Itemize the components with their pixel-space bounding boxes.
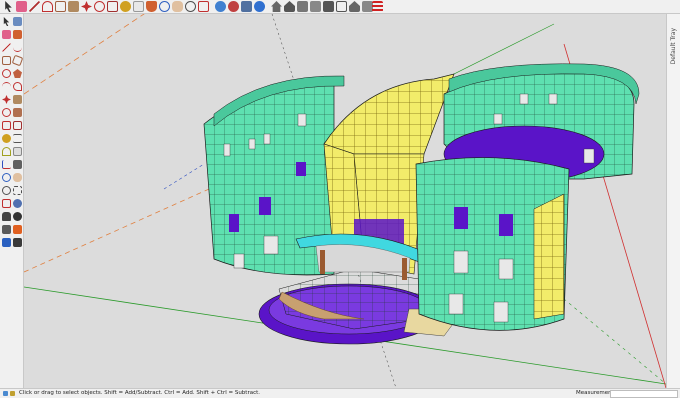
eraser-icon[interactable]: [16, 1, 27, 12]
circle-icon[interactable]: [2, 69, 11, 78]
rectangle-icon[interactable]: [2, 56, 11, 65]
status-bar: Click or drag to select objects. Shift =…: [0, 388, 680, 398]
top-toolbar: [0, 0, 680, 14]
zoom-window-icon[interactable]: [13, 186, 22, 195]
follow-me-icon[interactable]: [13, 108, 22, 117]
look-around-icon[interactable]: [13, 212, 22, 221]
tray-title: Default Tray: [670, 28, 677, 65]
paint-bucket-icon[interactable]: [146, 1, 157, 12]
building-model: [24, 14, 666, 388]
make-component-icon[interactable]: [13, 17, 22, 26]
rotate-icon[interactable]: [2, 108, 11, 117]
tape-measure-icon[interactable]: [120, 1, 131, 12]
select-icon[interactable]: [5, 1, 12, 12]
measurements-input[interactable]: [610, 390, 678, 398]
previous-view-icon[interactable]: [13, 199, 22, 208]
freehand-icon[interactable]: [13, 43, 22, 52]
line-icon[interactable]: [2, 43, 11, 52]
zoom-icon[interactable]: [2, 186, 11, 195]
push-pull-icon[interactable]: [68, 1, 79, 12]
sketchup-window: Default Tray Click or drag to select obj…: [0, 0, 680, 398]
extension-icon[interactable]: [228, 1, 239, 12]
rotated-rectangle-icon[interactable]: [11, 54, 24, 67]
axes-icon[interactable]: [2, 160, 11, 169]
menu-icon[interactable]: [372, 1, 383, 12]
front-view-icon[interactable]: [323, 1, 334, 12]
move-icon[interactable]: [81, 1, 92, 12]
offset-icon[interactable]: [13, 121, 22, 130]
walk-icon[interactable]: [2, 212, 11, 221]
orbit-icon[interactable]: [2, 173, 11, 182]
components-icon[interactable]: [241, 1, 252, 12]
push-pull-icon[interactable]: [13, 95, 22, 104]
select-icon[interactable]: [3, 17, 10, 26]
zoom-extents-icon[interactable]: [2, 199, 11, 208]
zoom-icon[interactable]: [185, 1, 196, 12]
polygon-icon[interactable]: [13, 69, 22, 78]
status-icons: [3, 391, 17, 397]
top-view-icon[interactable]: [310, 1, 321, 12]
text-icon[interactable]: [133, 1, 144, 12]
iso-view-icon[interactable]: [297, 1, 308, 12]
scale-icon[interactable]: [2, 121, 11, 130]
text-icon[interactable]: [13, 147, 22, 156]
house-icon[interactable]: [284, 1, 295, 12]
3d-text-icon[interactable]: [13, 160, 22, 169]
eraser-icon[interactable]: [2, 30, 11, 39]
move-icon[interactable]: [2, 95, 11, 104]
dimension-icon[interactable]: [13, 134, 22, 143]
geo-location-icon[interactable]: [3, 391, 8, 396]
right-view-icon[interactable]: [336, 1, 347, 12]
default-tray[interactable]: Default Tray: [666, 14, 680, 388]
section-plane-icon[interactable]: [13, 225, 22, 234]
left-toolbar: [0, 14, 24, 388]
status-hint: Click or drag to select objects. Shift =…: [19, 390, 261, 396]
rectangle-icon[interactable]: [55, 1, 66, 12]
back-view-icon[interactable]: [349, 1, 360, 12]
model-viewport[interactable]: [24, 14, 666, 388]
paint-bucket-icon[interactable]: [13, 30, 22, 39]
rotate-icon[interactable]: [94, 1, 105, 12]
zoom-extents-icon[interactable]: [198, 1, 209, 12]
warehouse-icon[interactable]: [215, 1, 226, 12]
home-icon[interactable]: [271, 1, 282, 12]
pie-icon[interactable]: [13, 82, 22, 91]
position-camera-icon[interactable]: [2, 225, 11, 234]
pan-icon[interactable]: [13, 173, 22, 182]
display-section-icon[interactable]: [2, 238, 11, 247]
protractor-icon[interactable]: [2, 147, 11, 156]
orbit-icon[interactable]: [159, 1, 170, 12]
credits-icon[interactable]: [10, 391, 15, 396]
pan-icon[interactable]: [172, 1, 183, 12]
right-tower: [415, 157, 570, 331]
model-info-icon[interactable]: [254, 1, 265, 12]
section-cuts-icon[interactable]: [13, 238, 22, 247]
offset-icon[interactable]: [107, 1, 118, 12]
arc-icon[interactable]: [2, 82, 11, 91]
arc-icon[interactable]: [42, 1, 53, 12]
tape-measure-icon[interactable]: [2, 134, 11, 143]
line-icon[interactable]: [29, 1, 40, 12]
